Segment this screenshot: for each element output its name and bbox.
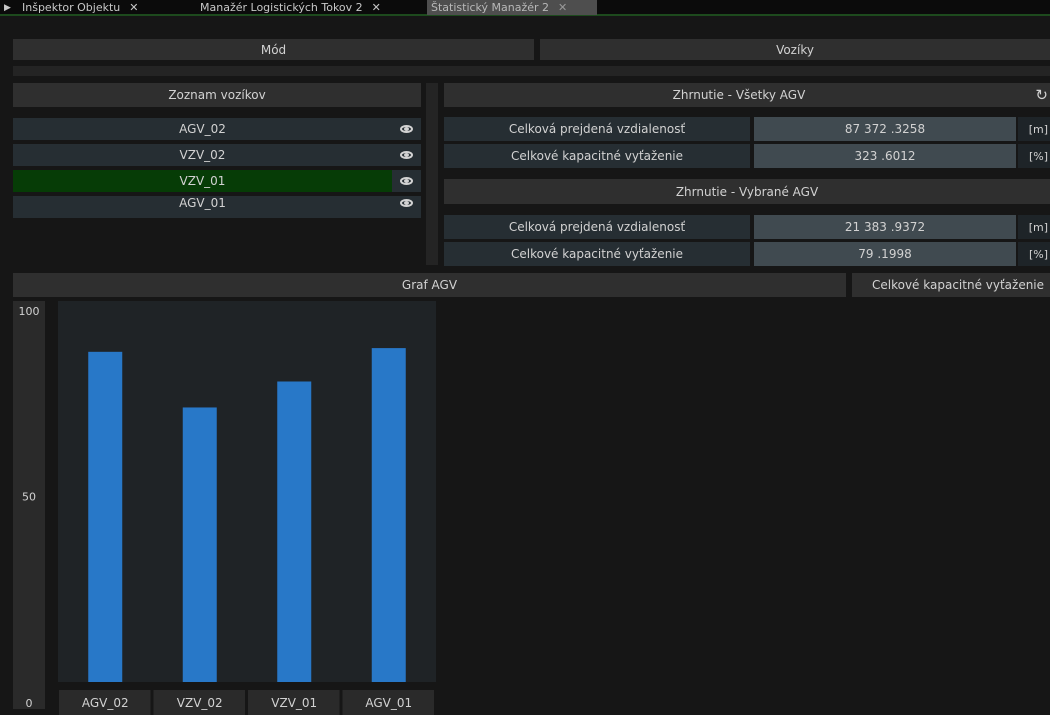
summary-label-text: Celkové kapacitné vyťaženie [510,149,684,163]
list-item-agv-01[interactable]: AGV_01 [13,196,392,218]
summary-label: Celková prejdená vzdialenosť [444,117,750,141]
graph-metric-button[interactable]: Celkové kapacitné vyťaženie [852,273,1050,297]
summary-label: Celková prejdená vzdialenosť [444,215,750,239]
summary-unit-text: [m] [1028,122,1048,136]
summary-value-text: 323 .6012 [854,149,916,163]
vehicle-list-title: Zoznam vozíkov [168,88,266,102]
close-icon[interactable]: ✕ [129,1,138,14]
bar-vzv-01 [277,381,312,682]
summary-selected-title: Zhrnutie - Vybrané AGV [675,184,819,199]
summary-all-header: Zhrnutie - Všetky AGV [444,83,1034,107]
summary-all-title: Zhrnutie - Všetky AGV [672,88,806,102]
panel-separator [426,83,438,265]
mode-label: Mód [260,42,287,57]
visibility-toggle[interactable] [392,144,421,166]
summary-value: 79 .1998 [754,242,1016,266]
y-tick-label: 0 [26,697,33,710]
list-item-label: AGV_01 [179,196,226,210]
summary-label-text: Celková prejdená vzdialenosť [508,220,686,234]
visibility-toggle[interactable] [392,118,421,140]
separator-strip [13,66,1050,76]
summary-unit: [m] [1018,215,1050,239]
tab-label: Štatistický Manažér 2 [431,1,550,14]
tab-label: Inšpektor Objektu [22,1,121,14]
bar-chart: 0 50 100 AGV_02 VZV_02 VZV_01 AGV_01 [0,297,1050,715]
summary-label-text: Celkové kapacitné vyťaženie [510,247,684,261]
graph-title: Graf AGV [401,278,458,292]
vehicle-list-header: Zoznam vozíkov [13,83,421,107]
summary-unit: [%] [1018,242,1050,266]
list-item-label: VZV_01 [179,174,226,188]
summary-value-text: 21 383 .9372 [844,220,926,234]
summary-unit: [m] [1018,117,1050,141]
x-tick-label: AGV_02 [82,696,129,710]
summary-unit-text: [m] [1028,220,1048,234]
summary-value: 323 .6012 [754,144,1016,168]
expand-arrow-icon[interactable]: ▶ [4,0,11,15]
summary-value: 21 383 .9372 [754,215,1016,239]
close-icon[interactable]: ✕ [558,1,567,14]
vehicles-button[interactable]: Vozíky [540,39,1050,60]
summary-unit-text: [%] [1028,149,1048,163]
close-icon[interactable]: ✕ [372,1,381,14]
visibility-toggle[interactable] [392,196,421,218]
refresh-icon: ↻ [1035,86,1048,104]
list-item-agv-02[interactable]: AGV_02 [13,118,392,140]
y-axis-band [13,301,45,709]
eye-icon [400,199,413,207]
bar-agv-02 [88,351,123,682]
y-tick-label: 50 [22,491,36,504]
graph-title-bar: Graf AGV [13,273,846,297]
summary-unit: [%] [1018,144,1050,168]
summary-label: Celkové kapacitné vyťaženie [444,144,750,168]
vehicles-label: Vozíky [776,42,814,57]
list-item-vzv-02[interactable]: VZV_02 [13,144,392,166]
graph-metric-label: Celkové kapacitné vyťaženie [872,278,1045,292]
tab-bar: ▶ Inšpektor Objektu ✕ Manažér Logistický… [0,0,1050,16]
tab-object-inspector[interactable]: Inšpektor Objektu ✕ [18,0,142,15]
x-tick-label: VZV_02 [177,696,223,710]
bar-vzv-02 [182,407,217,682]
refresh-button[interactable]: ↻ [1034,83,1050,107]
eye-icon [400,177,413,185]
x-tick-label: VZV_01 [271,696,317,710]
list-item-vzv-01[interactable]: VZV_01 [13,170,392,192]
summary-unit-text: [%] [1028,247,1048,261]
list-item-label: AGV_02 [179,122,226,136]
list-item-label: VZV_02 [179,148,226,162]
y-tick-label: 100 [19,305,40,318]
eye-icon [400,125,413,133]
tab-label: Manažér Logistických Tokov 2 [200,1,363,14]
bar-agv-01 [371,348,406,682]
x-tick-label: AGV_01 [365,696,412,710]
summary-value-text: 87 372 .3258 [844,122,926,136]
summary-label: Celkové kapacitné vyťaženie [444,242,750,266]
summary-label-text: Celková prejdená vzdialenosť [508,122,686,136]
summary-value-text: 79 .1998 [858,247,912,261]
summary-value: 87 372 .3258 [754,117,1016,141]
tab-statistics-manager[interactable]: Štatistický Manažér 2 ✕ [427,0,597,15]
summary-selected-header: Zhrnutie - Vybrané AGV [444,179,1050,204]
visibility-toggle[interactable] [392,170,421,192]
mode-button[interactable]: Mód [13,39,534,60]
eye-icon [400,151,413,159]
tab-logistics-manager[interactable]: Manažér Logistických Tokov 2 ✕ [196,0,385,15]
